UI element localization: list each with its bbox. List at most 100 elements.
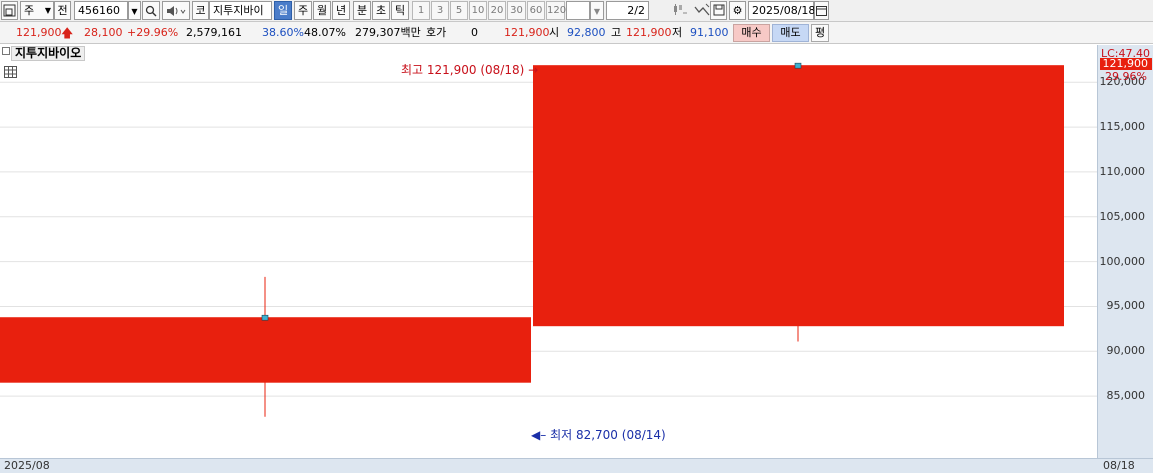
period-label: 틱: [394, 4, 406, 17]
period-week-button[interactable]: 주: [294, 1, 312, 20]
legend-toggle-icon[interactable]: [2, 47, 10, 55]
price-tick-label: 105,000: [1099, 209, 1146, 223]
interval-label: 10: [471, 5, 485, 16]
line-chart-icon[interactable]: [692, 1, 712, 20]
period-minute-button[interactable]: 분: [353, 1, 371, 20]
interval-button-1[interactable]: 1: [412, 1, 430, 20]
period-day-button[interactable]: 일: [274, 1, 292, 20]
custom-interval-input[interactable]: [566, 1, 590, 20]
speaker-icon: [167, 6, 186, 16]
date-axis: 2025/08 08/18: [0, 458, 1153, 473]
stock-name-value: 지투지바이: [213, 4, 264, 17]
chevron-down-icon: ▼: [131, 7, 138, 16]
type-button[interactable]: 코: [192, 1, 209, 20]
period-year-button[interactable]: 년: [332, 1, 350, 20]
period-month-button[interactable]: 월: [313, 1, 331, 20]
save-icon: [713, 4, 724, 16]
candle-body[interactable]: [0, 317, 531, 383]
price-change-pct: +29.96%: [127, 26, 179, 39]
quote-bar: 121,900 🡅 28,100 +29.96% 2,579,161 38.60…: [0, 22, 1153, 44]
buy-button[interactable]: 매수: [733, 24, 770, 42]
date-axis-left-label: 2025/08: [4, 459, 50, 472]
open-label: 시: [549, 26, 560, 39]
hoga-price: 121,900: [504, 26, 550, 39]
interval-label: 3: [436, 5, 444, 16]
legend-title[interactable]: 지투지바이오: [11, 46, 86, 61]
interval-button-3[interactable]: 3: [431, 1, 449, 20]
sound-button[interactable]: [162, 1, 190, 20]
volume: 2,579,161: [186, 26, 242, 39]
right-arrow-icon: →: [528, 63, 539, 77]
low-label: 저: [672, 26, 683, 39]
stock-code-value: 456160: [78, 4, 120, 17]
interval-button-20[interactable]: 20: [488, 1, 506, 20]
custom-interval-dropdown[interactable]: ▼: [590, 1, 604, 20]
grid-table-icon[interactable]: [4, 66, 17, 78]
stock-code-input[interactable]: 456160: [74, 1, 128, 20]
interval-label: 5: [455, 5, 463, 16]
avg-label: 평: [814, 26, 826, 39]
price-tick-label: 110,000: [1099, 164, 1146, 178]
low-annotation: ◀– 최저 82,700 (08/14): [531, 426, 666, 443]
left-arrow-icon: ◀–: [531, 428, 547, 442]
price-tick-label: 115,000: [1099, 120, 1146, 134]
low-price: 91,100: [690, 26, 729, 39]
date-axis-right-label: 08/18: [1103, 459, 1135, 472]
sell-button[interactable]: 매도: [772, 24, 809, 42]
price-axis[interactable]: LC:47.40 120,000 115,000 110,000 105,000 100…: [1097, 45, 1153, 458]
chevron-down-icon: ▼: [44, 6, 51, 15]
chevron-down-icon: ▼: [593, 7, 601, 16]
high-annotation: 최고 121,900 (08/18) →: [401, 61, 538, 78]
candle-body[interactable]: [533, 65, 1064, 327]
window-icon[interactable]: [1, 1, 18, 20]
price-tick-label: 95,000: [1106, 299, 1146, 313]
stock-name-field[interactable]: 지투지바이: [209, 1, 272, 20]
price-tick-label: 90,000: [1106, 344, 1146, 358]
interval-button-120[interactable]: 120: [546, 1, 566, 20]
save-button[interactable]: [710, 1, 727, 20]
interval-label: 20: [490, 5, 504, 16]
open-price: 92,800: [567, 26, 606, 39]
interval-label: 1: [417, 5, 425, 16]
high-label: 고: [611, 26, 622, 39]
ratio-1: 38.60%: [262, 26, 304, 39]
candle-select-marker[interactable]: [261, 314, 269, 321]
period-label: 초: [375, 4, 387, 17]
type-label: 코: [195, 4, 206, 17]
code-dropdown[interactable]: ▼: [128, 1, 141, 20]
chart-area[interactable]: 지투지바이오 최고 121,900 (08/18) → ◀– 최저 82,700…: [0, 45, 1097, 458]
search-button[interactable]: [142, 1, 160, 20]
period-second-button[interactable]: 초: [372, 1, 390, 20]
current-price-marker: 121,900: [1100, 58, 1152, 70]
interval-label: 30: [510, 5, 523, 16]
market-select[interactable]: 주 ▼: [20, 1, 54, 20]
avg-button[interactable]: 평: [811, 24, 829, 42]
period-label: 년: [335, 4, 347, 17]
interval-button-5[interactable]: 5: [450, 1, 468, 20]
interval-button-60[interactable]: 60: [527, 1, 545, 20]
settings-button[interactable]: ⚙: [729, 1, 746, 20]
interval-button-30[interactable]: 30: [507, 1, 526, 20]
period-label: 주: [297, 4, 309, 17]
interval-button-10[interactable]: 10: [469, 1, 487, 20]
price-change: 28,100: [84, 26, 123, 39]
period-label: 일: [277, 4, 289, 17]
calendar-button[interactable]: [814, 1, 829, 20]
candle-select-marker[interactable]: [794, 62, 802, 69]
hoga-value: 0: [471, 26, 478, 39]
search-icon: [145, 5, 157, 17]
price-tick-label: 85,000: [1106, 389, 1146, 403]
up-arrow-icon: 🡅: [61, 26, 74, 40]
interval-label: 60: [529, 5, 543, 16]
page-indicator[interactable]: 2/2: [606, 1, 649, 20]
period-tick-button[interactable]: 틱: [391, 1, 409, 20]
gear-icon: ⚙: [732, 4, 743, 17]
candle-type-icon[interactable]: [670, 1, 690, 20]
ratio-2: 48.07%: [304, 26, 346, 39]
high-annotation-label: 최고 121,900 (08/18): [401, 63, 525, 77]
buy-label: 매수: [741, 26, 762, 39]
date-input[interactable]: 2025/08/18: [748, 1, 815, 20]
candlestick-chart[interactable]: [0, 45, 1097, 458]
prev-button[interactable]: 전: [54, 1, 71, 20]
current-change-pct: 29.96%: [1105, 70, 1147, 83]
